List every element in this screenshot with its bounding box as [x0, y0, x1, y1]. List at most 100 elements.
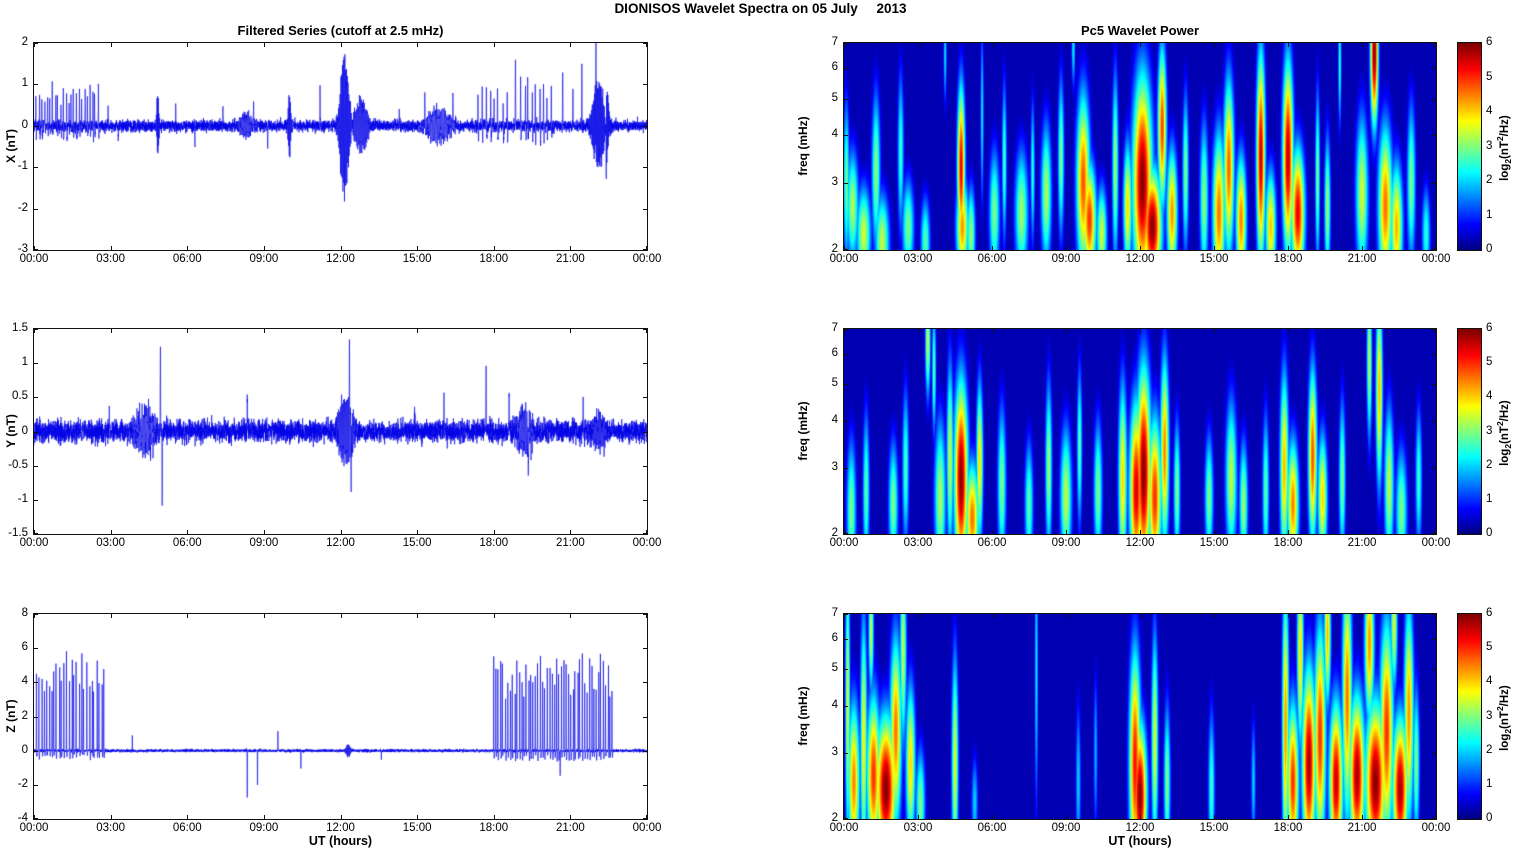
y-tick-label: -1: [17, 160, 28, 173]
y-tick-label: 0: [21, 424, 28, 437]
tick-mark: [34, 397, 38, 398]
tick-mark: [643, 43, 647, 44]
x-tick-label: 18:00: [1273, 822, 1303, 834]
tick-mark: [187, 246, 188, 250]
y-tick-label: 5: [831, 662, 838, 675]
tick-mark: [264, 329, 265, 333]
x-tick-label: 03:00: [96, 822, 126, 834]
tick-mark: [1362, 329, 1363, 333]
tick-mark: [1288, 329, 1289, 333]
tick-mark: [844, 384, 848, 385]
tick-mark: [1432, 183, 1436, 184]
tick-mark: [643, 363, 647, 364]
z-timeseries-canvas: [34, 614, 647, 819]
tick-mark: [570, 43, 571, 47]
tick-mark: [1140, 329, 1141, 333]
tick-mark: [187, 815, 188, 819]
y-tick-label: 2: [831, 527, 838, 539]
tick-mark: [643, 126, 647, 127]
tick-mark: [844, 249, 848, 250]
x-tick-label: 00:00: [632, 822, 662, 834]
tick-mark: [494, 43, 495, 47]
tick-mark: [1362, 530, 1363, 534]
y-tick-label: 1.5: [12, 322, 28, 334]
colorbar-tick-label: 6: [1486, 607, 1493, 619]
y-tick-label: 7: [831, 607, 838, 619]
figure: DIONISOS Wavelet Spectra on 05 July 2013…: [0, 0, 1521, 854]
x-tick-label: 12:00: [326, 537, 355, 549]
tick-mark: [264, 815, 265, 819]
x-axis-ylabel: X (nT): [4, 129, 18, 163]
panel-y-wavelet: 00:00 03:00 06:00 09:00 12:00 15:00 18:00 21:00…: [830, 322, 1451, 549]
x-tick-label: 18:00: [479, 537, 509, 549]
tick-mark: [417, 530, 418, 534]
tick-mark: [34, 785, 38, 786]
tick-mark: [341, 815, 342, 819]
tick-mark: [1432, 329, 1436, 330]
x-timeseries-canvas: [34, 43, 647, 250]
y-tick-label: 6: [831, 632, 838, 645]
colorbar-tick-label: 0: [1486, 527, 1493, 539]
y-tick-label: 5: [831, 91, 838, 104]
colorbar-tick-label: 5: [1486, 356, 1493, 369]
tick-mark: [643, 500, 647, 501]
y-tick-label: -1: [17, 492, 28, 505]
tick-mark: [1214, 614, 1215, 618]
tick-mark: [417, 614, 418, 618]
tick-mark: [494, 530, 495, 534]
left-xaxis-label: UT (hours): [308, 834, 373, 848]
colorbar-tick-label: 6: [1486, 36, 1493, 48]
tick-mark: [643, 432, 647, 433]
tick-mark: [417, 246, 418, 250]
tick-mark: [187, 530, 188, 534]
colorbar-tick-label: 0: [1486, 243, 1493, 255]
colorbar-z-canvas: [1458, 614, 1481, 819]
y-tick-label: 2: [831, 812, 838, 824]
tick-mark: [1066, 815, 1067, 819]
panel-x-wavelet: 00:00 03:00 06:00 09:00 12:00 15:00 18:00 21:00…: [830, 36, 1451, 265]
tick-mark: [1066, 329, 1067, 333]
tick-mark: [844, 43, 848, 44]
colorbar-tick-label: 1: [1486, 777, 1493, 790]
tick-mark: [34, 249, 38, 250]
tick-mark: [992, 530, 993, 534]
x-tick-label: 15:00: [1199, 253, 1229, 265]
tick-mark: [34, 167, 38, 168]
tick-mark: [643, 533, 647, 534]
tick-mark: [992, 329, 993, 333]
tick-mark: [844, 135, 848, 136]
y-tick-label: -2: [17, 201, 28, 214]
x-tick-label: 00:00: [19, 822, 49, 834]
freq-ylabel-bot: freq (mHz): [796, 686, 810, 746]
tick-mark: [1066, 246, 1067, 250]
tick-mark: [643, 682, 647, 683]
tick-mark: [570, 246, 571, 250]
colorbar-tick-label: 2: [1486, 743, 1493, 756]
y-tick-label: -1.5: [8, 527, 28, 539]
tick-mark: [1432, 249, 1436, 250]
tick-mark: [1432, 706, 1436, 707]
x-tick-label: 18:00: [479, 253, 509, 265]
tick-mark: [1432, 384, 1436, 385]
tick-mark: [1432, 639, 1436, 640]
tick-mark: [341, 246, 342, 250]
tick-mark: [1432, 135, 1436, 136]
x-tick-label: 00:00: [829, 537, 859, 549]
x-tick-label: 00:00: [1421, 253, 1451, 265]
tick-mark: [844, 818, 848, 819]
tick-mark: [34, 818, 38, 819]
colorbar-z: 0 1 2 3 4 5 6: [1457, 607, 1492, 824]
x-tick-label: 21:00: [555, 822, 585, 834]
tick-mark: [643, 818, 647, 819]
y-tick-label: 4: [831, 128, 838, 141]
y-tick-label: 3: [831, 176, 838, 188]
tick-mark: [643, 751, 647, 752]
tick-mark: [1362, 246, 1363, 250]
x-tick-label: 09:00: [1051, 253, 1081, 265]
x-tick-label: 09:00: [1051, 822, 1081, 834]
tick-mark: [844, 354, 848, 355]
tick-mark: [570, 329, 571, 333]
tick-mark: [844, 533, 848, 534]
tick-mark: [1432, 354, 1436, 355]
colorbar-tick-label: 1: [1486, 208, 1493, 221]
